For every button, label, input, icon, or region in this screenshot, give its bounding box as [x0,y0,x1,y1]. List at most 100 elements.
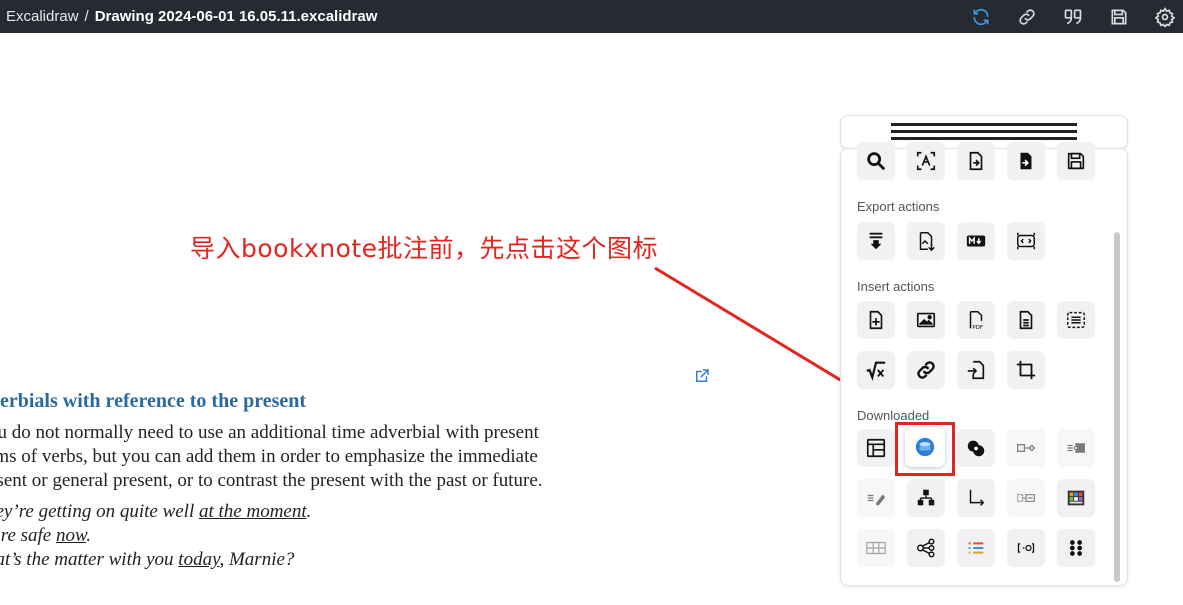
insert-text-block-button[interactable] [1057,301,1095,339]
text-block-icon [1067,311,1085,329]
bracket-icon [1017,543,1035,553]
panel-scrollbar[interactable] [1114,232,1120,582]
tree-icon [917,489,935,506]
drag-lines-icon [891,123,1077,144]
color-palette-button[interactable] [1057,479,1095,517]
grouped-box-icon [1017,494,1035,502]
embed-icon [1017,232,1035,250]
open-file-button[interactable] [957,142,995,180]
paragraph-line: esent or general present, or to contrast… [0,470,543,491]
insert-pdf-button[interactable]: PDF [957,301,995,339]
title-bar: Excalidraw / Drawing 2024-06-01 16.05.11… [0,0,1183,33]
example-text: . [306,501,312,522]
insert-document-button[interactable] [1007,301,1045,339]
colored-list-icon [968,542,984,554]
svg-text:PDF: PDF [972,325,983,331]
color-palette-icon [1067,490,1085,506]
external-link-icon[interactable] [693,367,711,385]
elbow-arrow-button[interactable] [957,479,995,517]
save-disk-icon [1067,152,1085,170]
download-icon [869,232,883,250]
crop-button[interactable] [1007,351,1045,389]
document-paragraph: ou do not normally need to use an additi… [0,421,708,493]
insert-link-file-button[interactable] [957,351,995,389]
markdown-button[interactable] [957,222,995,260]
paragraph-line: rms of verbs, but you can add them in or… [0,446,538,467]
example-text: . [86,525,92,546]
document-icon [1019,310,1033,330]
example-line: e’re safe now. [0,524,311,548]
list-pen-icon [867,494,886,506]
table-grid-icon [866,541,886,555]
annotation-text: 导入bookxnote批注前，先点击这个图标 [190,234,659,263]
download-button[interactable] [857,222,895,260]
link-chain-icon [917,361,935,379]
example-underlined: at the moment [199,501,307,522]
add-file-button[interactable] [857,301,895,339]
document-heading: verbials with reference to the present [0,390,307,412]
header-actions [947,0,1177,33]
section-downloaded: Downloaded [857,408,930,423]
import-file-button[interactable] [1007,142,1045,180]
ocr-button[interactable] [907,142,945,180]
search-icon [867,152,886,171]
example-underlined: now [56,525,87,546]
example-text: ney’re getting on quite well [0,501,199,522]
quote-icon[interactable] [1061,5,1085,29]
insert-link-button[interactable] [907,351,945,389]
connect-shapes-button[interactable] [957,429,995,467]
ocr-icon [916,151,936,171]
connect-shapes-icon [967,440,985,457]
tree-button[interactable] [907,479,945,517]
breadcrumb: Excalidraw / Drawing 2024-06-01 16.05.11… [6,0,377,33]
example-text: e’re safe [0,525,52,546]
grouped-box-button[interactable] [1007,479,1045,517]
list-box-button[interactable] [1057,429,1095,467]
colored-list-button[interactable] [957,529,995,567]
save-icon[interactable] [1107,5,1131,29]
insert-math-button[interactable] [857,351,895,389]
table-grid-button[interactable] [857,529,895,567]
crop-icon [1016,360,1036,380]
elbow-arrow-icon [969,489,985,506]
link-icon[interactable] [1015,5,1039,29]
mindmap-button[interactable] [907,529,945,567]
layout-button[interactable] [857,429,895,467]
document-examples: ney’re getting on quite well at the mome… [0,500,311,572]
paragraph-line: ou do not normally need to use an additi… [0,422,539,443]
list-box-icon [1067,443,1085,453]
example-line: ney’re getting on quite well at the mome… [0,500,311,524]
annotation-highlight-box [895,422,955,476]
dots-grid-icon [1069,540,1083,556]
insert-link-file-icon [967,360,985,380]
list-pen-button[interactable] [857,479,895,517]
save-disk-button[interactable] [1057,142,1095,180]
section-export-actions: Export actions [857,199,940,214]
settings-icon[interactable] [1153,5,1177,29]
mindmap-icon [917,538,935,558]
breadcrumb-app[interactable]: Excalidraw [6,8,79,25]
layout-icon [866,438,886,458]
math-sqrt-icon [866,361,886,381]
breadcrumb-file-name: Drawing 2024-06-01 16.05.11.excalidraw [94,8,378,25]
breadcrumb-separator: / [84,8,89,25]
example-underlined: today [178,549,220,570]
export-image-button[interactable] [907,222,945,260]
box-link-button[interactable] [1007,429,1045,467]
insert-image-button[interactable] [907,301,945,339]
example-text: , Marnie? [219,549,295,570]
search-button[interactable] [857,142,895,180]
add-file-icon [869,310,883,330]
box-link-icon [1017,444,1036,452]
image-icon [916,312,936,328]
import-file-icon [1020,152,1032,170]
embed-button[interactable] [1007,222,1045,260]
section-insert-actions: Insert actions [857,279,935,294]
example-text: hat’s the matter with you [0,549,179,570]
open-file-icon [969,151,983,171]
sync-icon[interactable] [969,5,993,29]
dots-grid-button[interactable] [1057,529,1095,567]
bracket-button[interactable] [1007,529,1045,567]
example-line: hat’s the matter with you today, Marnie? [0,548,311,572]
markdown-icon [966,235,986,247]
